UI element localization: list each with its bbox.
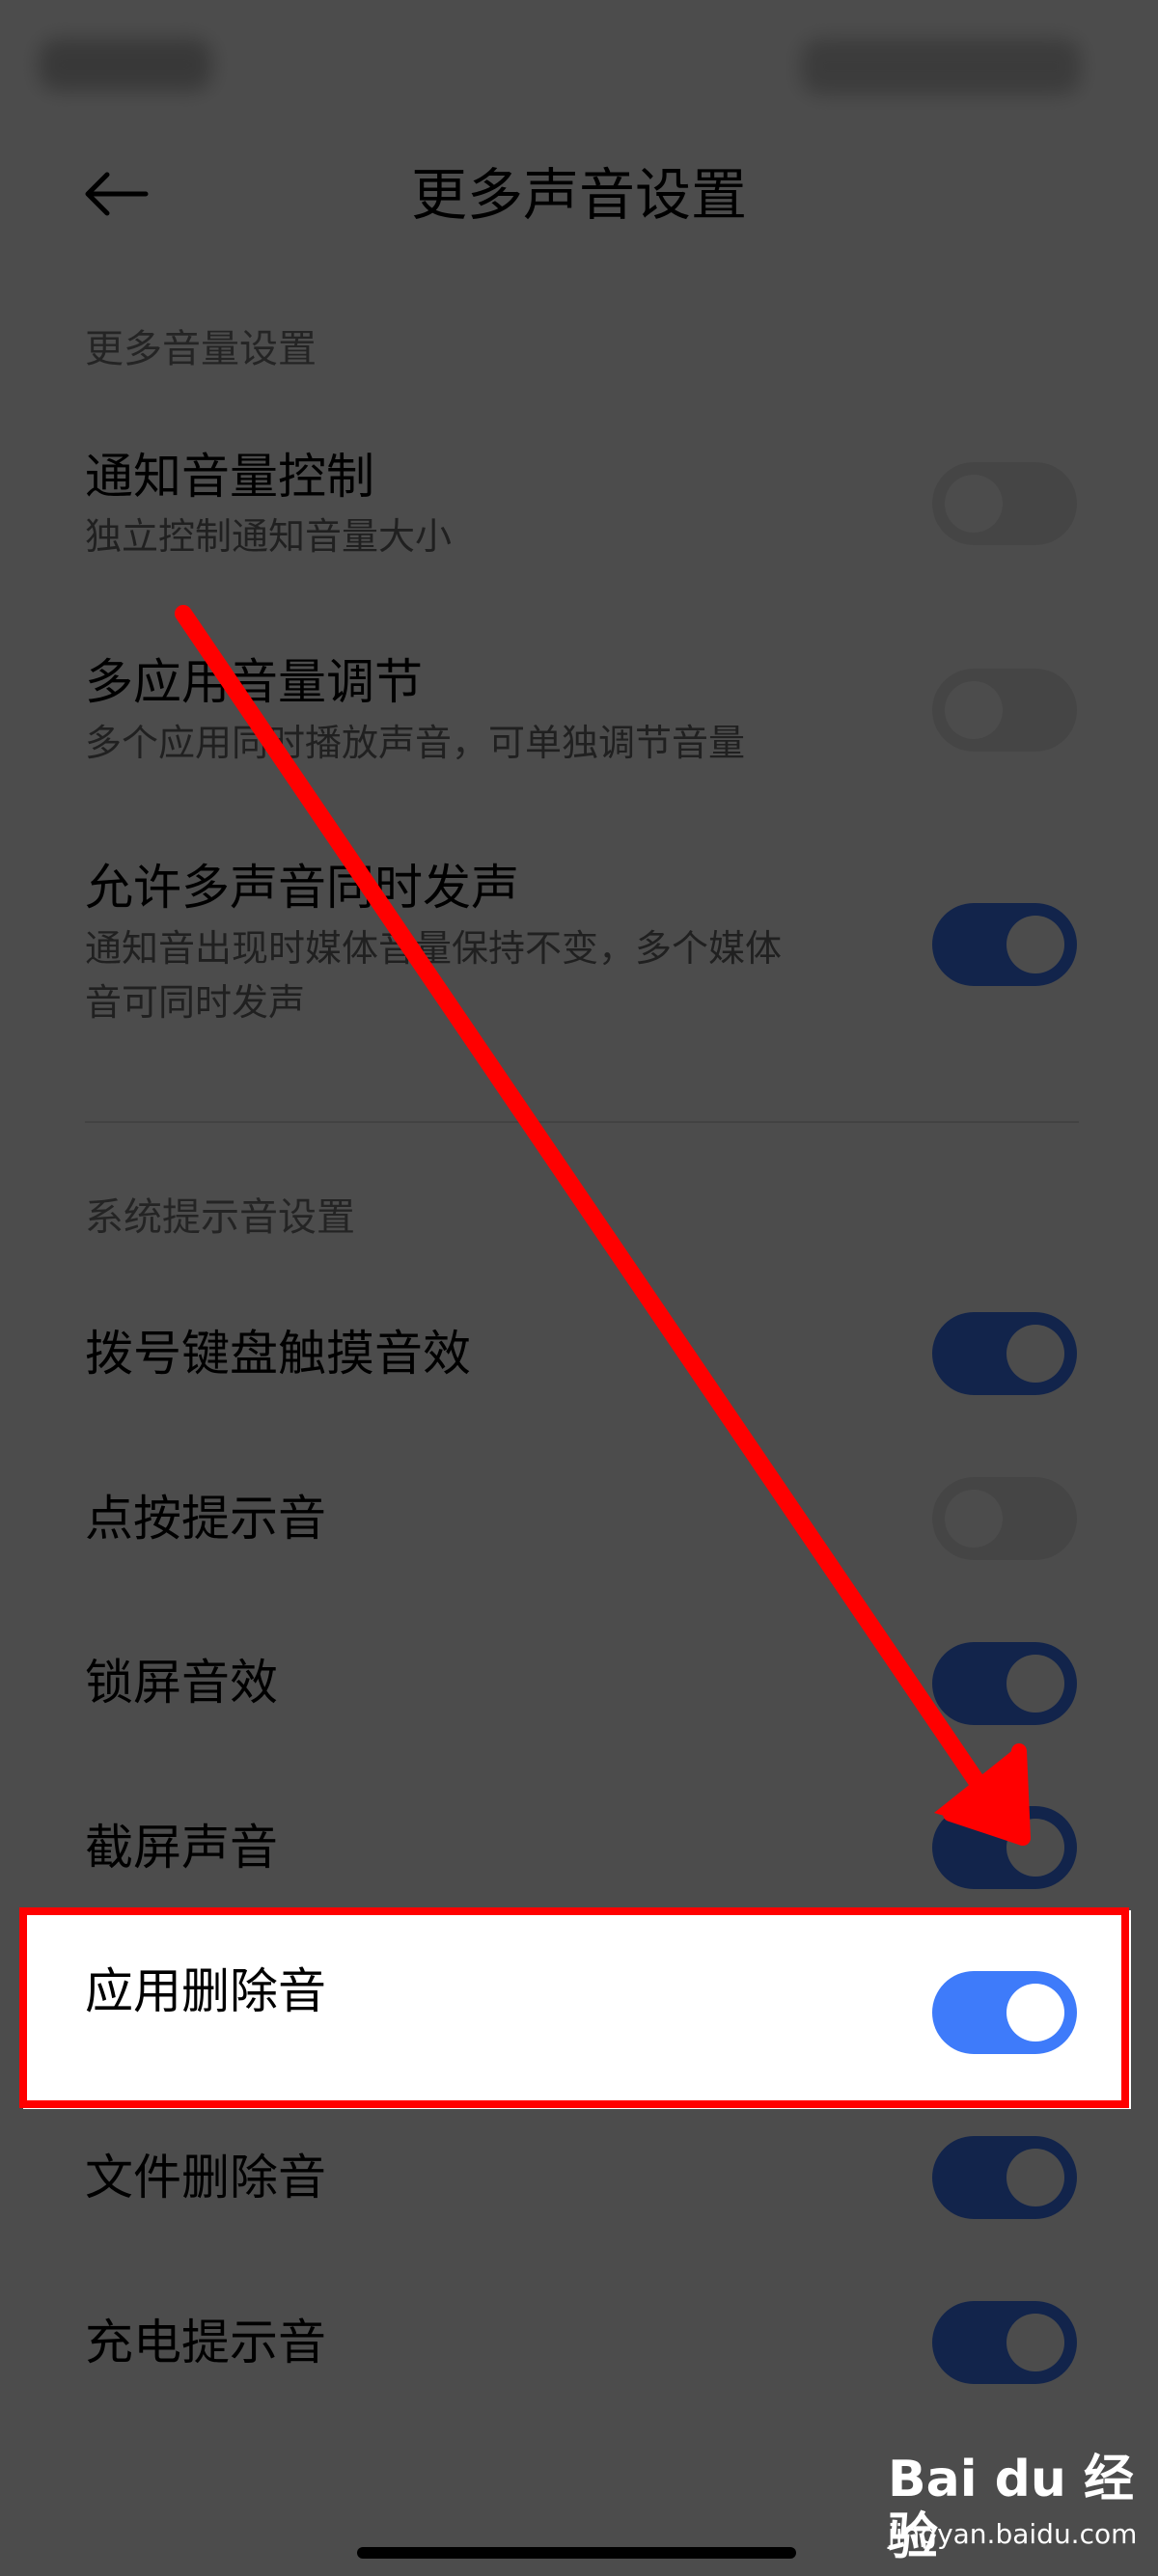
setting-subtitle-multi-sound-line1: 通知音出现时媒体音量保持不变，多个媒体: [85, 927, 783, 970]
toggle-multi-app-volume[interactable]: [932, 669, 1077, 752]
toggle-charging-sound[interactable]: [932, 2301, 1077, 2384]
toggle-knob: [945, 475, 1003, 533]
setting-title-multi-sound: 允许多声音同时发声: [85, 860, 519, 916]
toggle-knob: [1006, 2149, 1064, 2206]
toggle-screenshot-sound[interactable]: [932, 1806, 1077, 1889]
setting-title-file-delete-sound: 文件删除音: [85, 2150, 326, 2206]
setting-title-tap-sound: 点按提示音: [85, 1491, 326, 1547]
watermark-url: jingyan.baidu.com: [888, 2518, 1138, 2550]
setting-title-lock-sound: 锁屏音效: [85, 1655, 278, 1711]
setting-title-charging-sound: 充电提示音: [85, 2315, 326, 2370]
toggle-knob: [1006, 916, 1064, 973]
toggle-file-delete-sound[interactable]: [932, 2136, 1077, 2219]
status-bar-left: [39, 39, 212, 91]
section-header-volume: 更多音量设置: [85, 327, 317, 371]
toggle-knob: [1006, 1984, 1064, 2042]
section-header-system: 系统提示音设置: [85, 1195, 355, 1240]
toggle-knob: [1006, 1819, 1064, 1877]
toggle-knob: [945, 681, 1003, 739]
toggle-notification-volume[interactable]: [932, 462, 1077, 545]
section-divider: [85, 1121, 1079, 1123]
toggle-knob: [1006, 2314, 1064, 2371]
home-indicator[interactable]: [357, 2547, 796, 2559]
settings-page: 更多声音设置 更多音量设置 通知音量控制 独立控制通知音量大小 多应用音量调节 …: [0, 0, 1158, 2576]
setting-title-screenshot-sound: 截屏声音: [85, 1820, 278, 1876]
toggle-multi-sound[interactable]: [932, 903, 1077, 986]
toggle-knob: [945, 1490, 1003, 1548]
setting-subtitle-notification-volume: 独立控制通知音量大小: [85, 515, 453, 558]
baidu-watermark: Bai du 经验 jingyan.baidu.com: [888, 2451, 1139, 2566]
status-bar-right: [801, 39, 1081, 95]
setting-subtitle-multi-app-volume: 多个应用同时播放声音，可单独调节音量: [85, 722, 746, 764]
toggle-tap-sound[interactable]: [932, 1477, 1077, 1560]
setting-title-dialpad-sound: 拨号键盘触摸音效: [85, 1326, 471, 1382]
toggle-dialpad-sound[interactable]: [932, 1312, 1077, 1395]
setting-title-multi-app-volume: 多应用音量调节: [85, 654, 423, 710]
toggle-lock-sound[interactable]: [932, 1642, 1077, 1725]
page-title: 更多声音设置: [410, 162, 747, 228]
toggle-knob: [1006, 1325, 1064, 1383]
setting-title-notification-volume: 通知音量控制: [85, 449, 374, 505]
highlighted-setting-row[interactable]: 应用删除音: [23, 1910, 1131, 2109]
setting-title-app-delete-sound: 应用删除音: [85, 1963, 326, 2019]
toggle-app-delete-sound[interactable]: [932, 1971, 1077, 2054]
toggle-knob: [1006, 1655, 1064, 1713]
setting-subtitle-multi-sound-line2: 音可同时发声: [85, 981, 306, 1024]
